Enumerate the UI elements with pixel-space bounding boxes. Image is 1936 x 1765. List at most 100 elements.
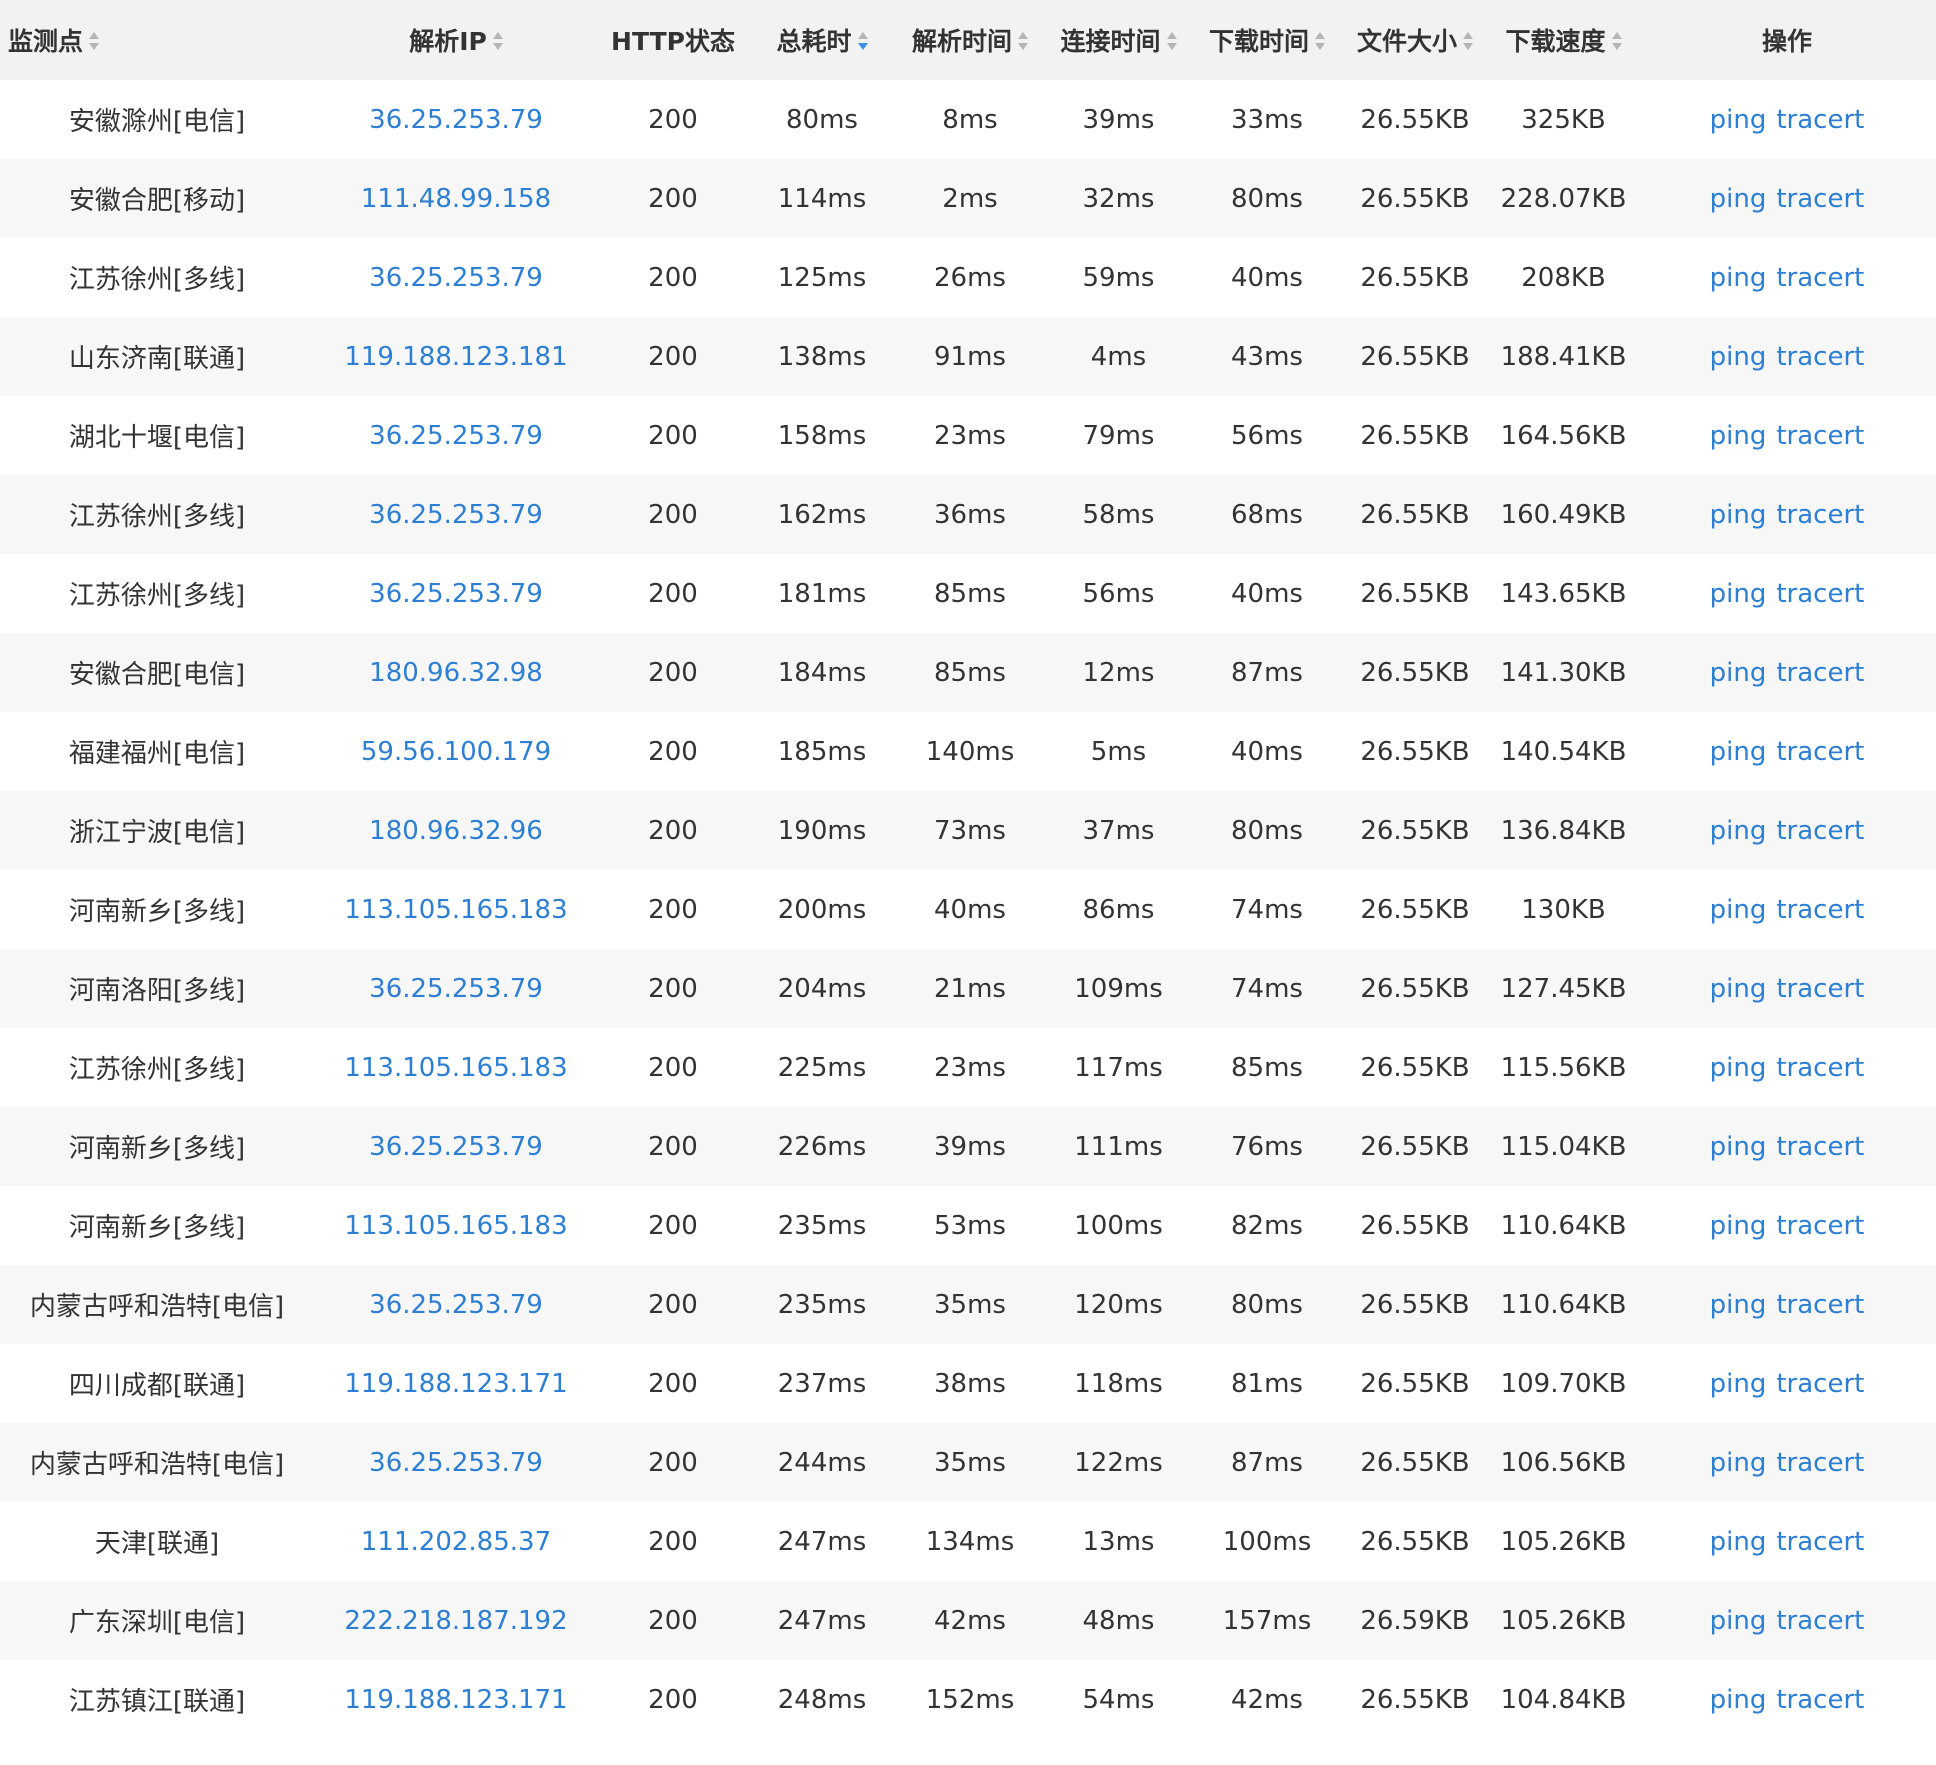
ip-link[interactable]: 36.25.253.79	[369, 579, 543, 609]
ping-link[interactable]: ping	[1710, 105, 1767, 135]
tracert-link[interactable]: tracert	[1776, 184, 1864, 214]
cell-dns: 53ms	[934, 1210, 1006, 1241]
ip-link[interactable]: 119.188.123.171	[344, 1685, 567, 1715]
sort-icon[interactable]	[1315, 31, 1325, 51]
cell-actions: ping tracert	[1638, 1660, 1936, 1739]
ip-link[interactable]: 36.25.253.79	[369, 974, 543, 1004]
cell-actions: ping tracert	[1638, 1107, 1936, 1186]
ping-link[interactable]: ping	[1710, 342, 1767, 372]
sort-desc-active-icon[interactable]	[857, 31, 868, 51]
ping-link[interactable]: ping	[1710, 500, 1767, 530]
ping-link[interactable]: ping	[1710, 1448, 1767, 1478]
column-header-connect[interactable]: 连接时间	[1044, 0, 1193, 80]
ip-link[interactable]: 36.25.253.79	[369, 500, 543, 530]
sort-icon[interactable]	[492, 31, 503, 51]
ip-link[interactable]: 113.105.165.183	[344, 1211, 567, 1241]
tracert-link[interactable]: tracert	[1776, 500, 1864, 530]
sort-icon[interactable]	[1463, 31, 1473, 51]
ip-link[interactable]: 111.48.99.158	[361, 184, 551, 214]
tracert-link[interactable]: tracert	[1776, 1685, 1864, 1715]
tracert-link[interactable]: tracert	[1776, 1606, 1864, 1636]
tracert-link[interactable]: tracert	[1776, 342, 1864, 372]
ip-link[interactable]: 113.105.165.183	[344, 895, 567, 925]
ping-link[interactable]: ping	[1710, 895, 1767, 925]
ip-link[interactable]: 36.25.253.79	[369, 1132, 543, 1162]
cell-speed: 188.41KB	[1500, 341, 1627, 372]
sort-icon[interactable]	[1018, 31, 1028, 51]
ping-link[interactable]: ping	[1710, 1211, 1767, 1241]
ip-link[interactable]: 180.96.32.96	[369, 816, 543, 846]
cell-location: 河南新乡[多线]	[68, 1213, 246, 1243]
ping-link[interactable]: ping	[1710, 1132, 1767, 1162]
tracert-link[interactable]: tracert	[1776, 263, 1864, 293]
tracert-link[interactable]: tracert	[1776, 579, 1864, 609]
ip-link[interactable]: 36.25.253.79	[369, 105, 543, 135]
sort-icon[interactable]	[1611, 31, 1622, 51]
tracert-link[interactable]: tracert	[1776, 421, 1864, 451]
column-header-download[interactable]: 下载时间	[1193, 0, 1341, 80]
ping-link[interactable]: ping	[1710, 737, 1767, 767]
ip-link[interactable]: 119.188.123.171	[344, 1369, 567, 1399]
ping-link[interactable]: ping	[1710, 974, 1767, 1004]
tracert-link[interactable]: tracert	[1776, 1211, 1864, 1241]
cell-size: 26.55KB	[1360, 736, 1470, 767]
ip-link[interactable]: 180.96.32.98	[369, 658, 543, 688]
cell-location: 山东济南[联通]	[68, 344, 246, 374]
ip-link[interactable]: 222.218.187.192	[344, 1606, 567, 1636]
ping-link[interactable]: ping	[1710, 1606, 1767, 1636]
ip-link[interactable]: 59.56.100.179	[361, 737, 551, 767]
cell-actions: ping tracert	[1638, 554, 1936, 633]
cell-speed: 127.45KB	[1500, 973, 1627, 1004]
cell-dns: 85ms	[934, 657, 1006, 688]
cell-size: 26.55KB	[1360, 420, 1470, 451]
ip-link[interactable]: 36.25.253.79	[369, 1448, 543, 1478]
sort-icon[interactable]	[1166, 31, 1177, 51]
column-header-total[interactable]: 总耗时	[748, 0, 896, 80]
ping-link[interactable]: ping	[1710, 263, 1767, 293]
cell-download: 33ms	[1231, 104, 1303, 135]
cell-total: 138ms	[777, 341, 867, 372]
tracert-link[interactable]: tracert	[1776, 1527, 1864, 1557]
cell-connect: 39ms	[1082, 104, 1155, 135]
tracert-link[interactable]: tracert	[1776, 1290, 1864, 1320]
cell-size: 26.55KB	[1360, 262, 1470, 293]
ping-link[interactable]: ping	[1710, 1290, 1767, 1320]
sort-icon[interactable]	[89, 31, 100, 51]
ping-link[interactable]: ping	[1710, 184, 1767, 214]
column-header-location[interactable]: 监测点	[0, 0, 314, 80]
tracert-link[interactable]: tracert	[1776, 1132, 1864, 1162]
cell-speed: 110.64KB	[1500, 1289, 1627, 1320]
ping-link[interactable]: ping	[1710, 579, 1767, 609]
tracert-link[interactable]: tracert	[1776, 816, 1864, 846]
tracert-link[interactable]: tracert	[1776, 1053, 1864, 1083]
tracert-link[interactable]: tracert	[1776, 105, 1864, 135]
ip-link[interactable]: 36.25.253.79	[369, 1290, 543, 1320]
column-header-speed[interactable]: 下载速度	[1489, 0, 1638, 80]
ip-link[interactable]: 111.202.85.37	[361, 1527, 551, 1557]
tracert-link[interactable]: tracert	[1776, 1448, 1864, 1478]
cell-total: 181ms	[777, 578, 867, 609]
ping-link[interactable]: ping	[1710, 1369, 1767, 1399]
tracert-link[interactable]: tracert	[1776, 658, 1864, 688]
tracert-link[interactable]: tracert	[1776, 974, 1864, 1004]
ping-link[interactable]: ping	[1710, 816, 1767, 846]
ping-link[interactable]: ping	[1710, 1527, 1767, 1557]
tracert-link[interactable]: tracert	[1776, 1369, 1864, 1399]
ip-link[interactable]: 119.188.123.181	[344, 342, 567, 372]
ping-link[interactable]: ping	[1710, 1685, 1767, 1715]
ip-link[interactable]: 36.25.253.79	[369, 263, 543, 293]
cell-status: 200	[648, 104, 698, 135]
column-header-dns[interactable]: 解析时间	[896, 0, 1044, 80]
column-header-size[interactable]: 文件大小	[1341, 0, 1489, 80]
ping-link[interactable]: ping	[1710, 1053, 1767, 1083]
cell-dns: 91ms	[934, 341, 1006, 372]
tracert-link[interactable]: tracert	[1776, 895, 1864, 925]
ip-link[interactable]: 113.105.165.183	[344, 1053, 567, 1083]
column-header-label: 下载速度	[1505, 27, 1606, 56]
tracert-link[interactable]: tracert	[1776, 737, 1864, 767]
ip-link[interactable]: 36.25.253.79	[369, 421, 543, 451]
ping-link[interactable]: ping	[1710, 421, 1767, 451]
cell-dns: 85ms	[934, 578, 1006, 609]
column-header-ip[interactable]: 解析IP	[314, 0, 598, 80]
ping-link[interactable]: ping	[1710, 658, 1767, 688]
